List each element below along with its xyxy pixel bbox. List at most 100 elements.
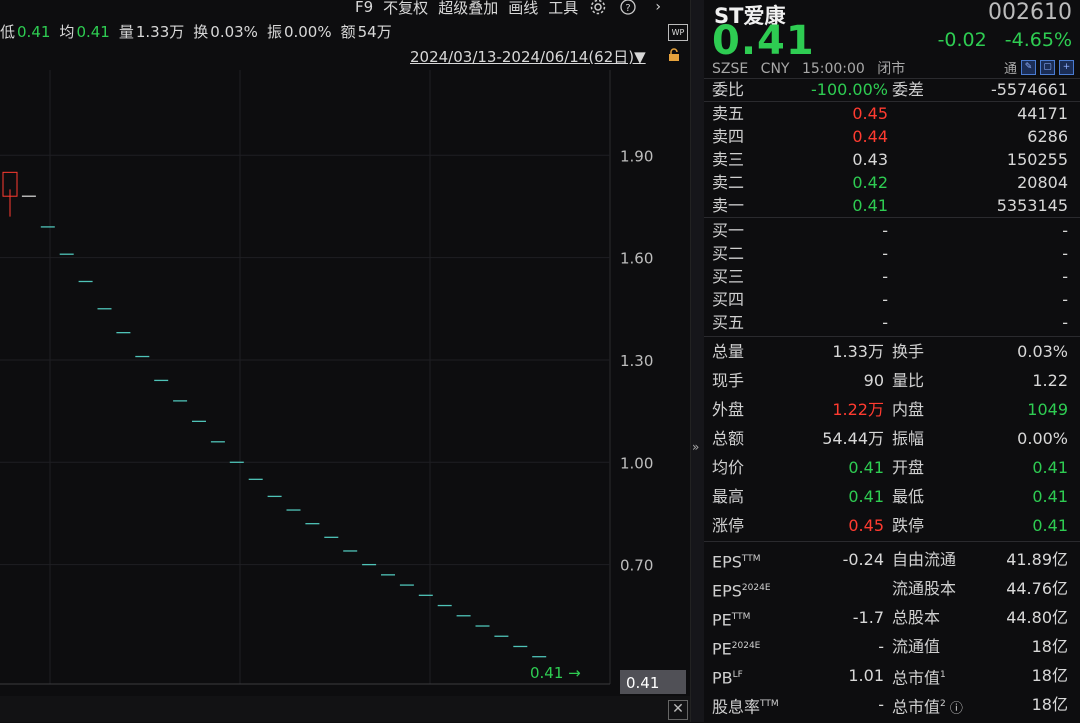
stat-label: 量比 (892, 371, 925, 390)
stat-value: 0.03% (1017, 342, 1068, 361)
ask-price: 0.45 (852, 104, 888, 123)
date-range-selector[interactable]: 2024/03/13-2024/06/14(62日)▼ (410, 46, 646, 67)
fundamental-value: 41.89亿 (1006, 550, 1068, 569)
stat-value: 0.45 (848, 516, 884, 535)
last-price-label: 0.41 → (530, 664, 581, 682)
bid-price: - (882, 290, 888, 309)
ask-row[interactable]: 卖三 0.43 150255 (712, 148, 1068, 171)
gear-icon[interactable] (588, 0, 608, 16)
ask-volume: 5353145 (996, 196, 1068, 215)
stat-value: 0.03% (210, 23, 258, 41)
chart-scrollbar[interactable] (0, 696, 690, 722)
stat-label: 振 (266, 23, 282, 41)
stat-label: 额 (340, 23, 356, 41)
bid-row[interactable]: 买二 - - (712, 242, 1068, 265)
stats-row: 最高 0.41 最低 0.41 (712, 482, 1068, 511)
fundamental-value: -0.24 (842, 550, 884, 569)
stat-label: 换手 (892, 342, 925, 361)
fundamental-label: 流通值 (892, 637, 941, 656)
ask-row[interactable]: 卖五 0.45 44171 (712, 102, 1068, 125)
bid-label: 买五 (712, 313, 745, 332)
fundamental-value: 18亿 (1031, 666, 1068, 685)
label-superscript: 2024E (741, 583, 771, 593)
fundamental-value: - (878, 695, 884, 714)
toolbar-draw-line[interactable]: 画线 (508, 0, 538, 18)
close-icon[interactable]: ✕ (668, 700, 688, 720)
label-superscript: 1 (940, 670, 946, 680)
stat-value: 0.41 (848, 487, 884, 506)
bid-row[interactable]: 买一 - - (712, 219, 1068, 242)
info-icon[interactable]: ⓘ (946, 701, 963, 716)
stat-label: 换 (193, 23, 209, 41)
chevron-right-icon[interactable]: › (648, 0, 668, 16)
quote-meta: SZSE CNY 15:00:00 闭市 (712, 58, 913, 78)
stats-row: 总额 54.44万 振幅 0.00% (712, 424, 1068, 453)
y-tick-label: 1.00 (620, 454, 653, 472)
stats-row: 现手 90 量比 1.22 (712, 366, 1068, 395)
fundamental-label: 总市值1 (892, 668, 946, 688)
toolbar-f9[interactable]: F9 (355, 0, 373, 16)
bid-row[interactable]: 买三 - - (712, 265, 1068, 288)
stats-row: 外盘 1.22万 内盘 1049 (712, 395, 1068, 424)
stat-value: 1049 (1027, 400, 1068, 419)
ask-volume: 44171 (1017, 104, 1068, 123)
ask-volume: 20804 (1017, 173, 1068, 192)
ask-row[interactable]: 卖一 0.41 5353145 (712, 194, 1068, 217)
bid-label: 买三 (712, 267, 745, 286)
stat-label: 均 (59, 23, 75, 41)
tool-label[interactable]: 通 (1004, 58, 1017, 77)
bid-label: 买一 (712, 221, 745, 240)
stat-value: 1.22万 (832, 400, 884, 419)
ask-price: 0.41 (852, 196, 888, 215)
fundamental-label: 流通股本 (892, 579, 957, 598)
fundamental-value: 44.76亿 (1006, 579, 1068, 598)
separator (704, 217, 1080, 218)
add-icon[interactable]: + (1059, 60, 1074, 75)
ask-label: 卖一 (712, 196, 745, 215)
ask-label: 卖二 (712, 173, 745, 192)
wp-icon[interactable]: WP (668, 24, 688, 41)
bid-row[interactable]: 买五 - - (712, 311, 1068, 334)
chart-panel: F9 不复权 超级叠加 画线 工具 ? › 低 0.41 均 0.41 量 1.33万换 0… (0, 0, 690, 722)
expand-icon[interactable]: » (692, 440, 699, 454)
stat-label: 量 (118, 23, 134, 41)
market-status: 闭市 (877, 61, 906, 77)
stat-item: 振 0.00% (267, 23, 332, 41)
bid-row[interactable]: 买四 - - (712, 288, 1068, 311)
toolbar-no-adjust[interactable]: 不复权 (383, 0, 428, 18)
ask-row[interactable]: 卖二 0.42 20804 (712, 171, 1068, 194)
ask-price: 0.42 (852, 173, 888, 192)
fundamental-row: PETTM -1.7 总股本 44.80亿 (712, 603, 1068, 632)
stat-item: 换 0.03% (193, 23, 258, 41)
lock-icon[interactable] (667, 48, 681, 62)
stat-label: 振幅 (892, 429, 925, 448)
stat-label: 内盘 (892, 400, 925, 419)
toolbar-super-overlay[interactable]: 超级叠加 (438, 0, 498, 18)
y-tick-label: 1.90 (620, 147, 653, 165)
ask-row[interactable]: 卖四 0.44 6286 (712, 125, 1068, 148)
currency: CNY (760, 61, 790, 77)
fundamental-row: EPSTTM -0.24 自由流通 41.89亿 (712, 545, 1068, 574)
edit-icon[interactable]: ✎ (1021, 60, 1036, 75)
stat-value: 0.41 (1032, 458, 1068, 477)
stat-value: 54万 (357, 23, 392, 41)
panel-divider[interactable] (690, 0, 705, 722)
bid-price: - (882, 244, 888, 263)
change-percent: -4.65% (1004, 29, 1072, 51)
candlestick-chart[interactable]: 1.90 1.60 1.30 1.00 0.70 0.41 → 0.41 (0, 70, 690, 696)
stat-value: 0.41 (1032, 487, 1068, 506)
toolbar-tools[interactable]: 工具 (548, 0, 578, 18)
exchange: SZSE (712, 61, 749, 77)
weibi-value: -100.00% (811, 80, 888, 99)
ask-label: 卖四 (712, 127, 745, 146)
stock-code: 002610 (988, 0, 1072, 25)
window-icon[interactable]: ▢ (1040, 60, 1055, 75)
fundamental-value: 1.01 (848, 666, 884, 685)
weibi-label: 委比 (712, 80, 745, 99)
fundamental-label: 自由流通 (892, 550, 957, 569)
ask-volume: 6286 (1027, 127, 1068, 146)
bid-volume: - (1062, 244, 1068, 263)
help-icon[interactable]: ? (618, 0, 638, 16)
svg-text:?: ? (626, 3, 631, 14)
ask-label: 卖三 (712, 150, 745, 169)
